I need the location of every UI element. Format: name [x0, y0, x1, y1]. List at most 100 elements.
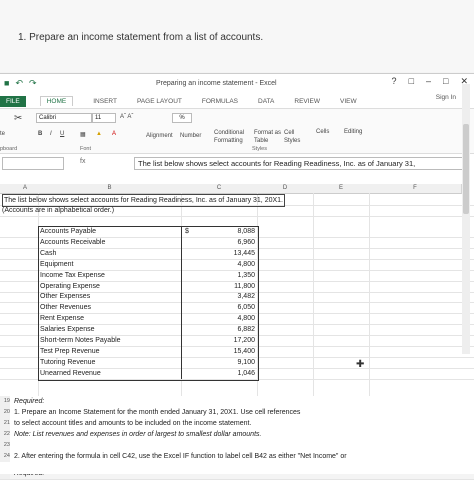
- account-name-cell[interactable]: Income Tax Expense: [40, 270, 105, 281]
- account-name-cell[interactable]: Other Revenues: [40, 302, 91, 313]
- help-button[interactable]: ?: [392, 76, 397, 87]
- requirement-1b[interactable]: to select account titles and amounts to …: [14, 418, 251, 429]
- conditional-formatting-button[interactable]: Conditional Formatting: [214, 129, 254, 145]
- tab-page-layout[interactable]: PAGE LAYOUT: [137, 98, 182, 105]
- requirement-note[interactable]: Note: List revenues and expenses in orde…: [14, 429, 261, 440]
- fx-icon[interactable]: fx: [80, 158, 85, 165]
- styles-group-label: Styles: [252, 146, 267, 152]
- tab-data[interactable]: DATA: [258, 98, 274, 105]
- column-header-e[interactable]: E: [313, 184, 370, 194]
- ribbon: ✂ te Calibri 11 Aˆ Aˇ B I U ▦ ▲ A Alignm…: [0, 108, 474, 154]
- account-amount-cell[interactable]: 3,482: [210, 291, 255, 302]
- account-amount-cell[interactable]: 1,350: [210, 270, 255, 281]
- tab-review[interactable]: REVIEW: [294, 98, 320, 105]
- fill-color-icon[interactable]: ▲: [96, 131, 102, 137]
- font-group-label: Font: [80, 146, 92, 152]
- font-size-select[interactable]: 11: [92, 113, 116, 123]
- requirements-area: 19 Required: 20 1. Prepare an Income Sta…: [0, 396, 474, 474]
- column-header-f[interactable]: F: [369, 184, 462, 194]
- undo-icon[interactable]: ↶: [15, 78, 23, 89]
- account-amount-cell[interactable]: 11,800: [210, 281, 255, 292]
- clipboard-group-label: pboard: [0, 146, 18, 152]
- column-header-b[interactable]: B: [38, 184, 182, 194]
- ribbon-display-button[interactable]: □: [409, 76, 414, 87]
- tab-insert[interactable]: INSERT: [93, 98, 117, 105]
- row-number[interactable]: 24: [0, 451, 10, 462]
- account-amount-cell[interactable]: 17,200: [210, 335, 255, 346]
- row-number[interactable]: 23: [0, 440, 10, 451]
- format-as-table-button[interactable]: Format as Table: [254, 129, 286, 145]
- mouse-cursor-icon: ✚: [356, 359, 365, 370]
- row-number[interactable]: 22: [0, 429, 10, 440]
- underline-button[interactable]: U: [60, 131, 64, 137]
- account-amount-cell[interactable]: 13,445: [210, 248, 255, 259]
- account-amount-cell[interactable]: 1,046: [210, 368, 255, 379]
- cells-button[interactable]: Cells: [316, 129, 329, 135]
- account-row: Unearned Revenue 1,046: [0, 368, 474, 380]
- account-name-cell[interactable]: Salaries Expense: [40, 324, 94, 335]
- name-box[interactable]: [2, 157, 64, 170]
- column-header-d[interactable]: D: [257, 184, 314, 194]
- row-number[interactable]: 19: [0, 396, 10, 407]
- account-name-cell[interactable]: Short-term Notes Payable: [40, 335, 121, 346]
- required-label-2[interactable]: Required:: [14, 396, 44, 407]
- account-amount-cell[interactable]: 8,088: [210, 226, 255, 237]
- account-amount-cell[interactable]: 6,960: [210, 237, 255, 248]
- account-name-cell[interactable]: Rent Expense: [40, 313, 84, 324]
- account-name-cell[interactable]: Accounts Receivable: [40, 237, 105, 248]
- italic-button[interactable]: I: [50, 131, 52, 137]
- dollar-sign-cell[interactable]: $: [185, 226, 189, 237]
- tab-view[interactable]: VIEW: [340, 98, 357, 105]
- tab-home[interactable]: HOME: [39, 96, 74, 106]
- account-amount-cell[interactable]: 4,800: [210, 259, 255, 270]
- vertical-scrollbar[interactable]: [462, 84, 470, 354]
- column-header-c[interactable]: C: [181, 184, 258, 194]
- formula-bar: fx The list below shows select accounts …: [0, 156, 474, 170]
- excel-logo-icon: ■: [4, 78, 10, 88]
- maximize-button[interactable]: □: [443, 76, 448, 87]
- cell-styles-button[interactable]: Cell Styles: [284, 129, 308, 145]
- sign-in-link[interactable]: Sign In: [436, 94, 456, 101]
- row-number[interactable]: 21: [0, 418, 10, 429]
- column-header-a[interactable]: A: [12, 184, 39, 194]
- row-number[interactable]: 20: [0, 407, 10, 418]
- intro-note-cell[interactable]: (Accounts are in alphabetical order.): [2, 205, 114, 216]
- quick-access-toolbar: ■ ↶ ↷: [4, 78, 37, 89]
- account-name-cell[interactable]: Equipment: [40, 259, 73, 270]
- account-name-cell[interactable]: Other Expenses: [40, 291, 90, 302]
- font-name-select[interactable]: Calibri: [36, 113, 92, 123]
- percent-style-button[interactable]: %: [172, 113, 192, 123]
- number-button[interactable]: Number: [180, 133, 201, 139]
- account-name-cell[interactable]: Operating Expense: [40, 281, 100, 292]
- cut-icon[interactable]: ✂: [14, 113, 22, 124]
- scrollbar-thumb[interactable]: [463, 124, 469, 214]
- account-amount-cell[interactable]: 9,100: [210, 357, 255, 368]
- textbook-page: 1. Prepare an income statement from a li…: [0, 0, 474, 72]
- borders-icon[interactable]: ▦: [80, 131, 86, 138]
- tab-file[interactable]: FILE: [0, 95, 26, 107]
- account-amount-cell[interactable]: 15,400: [210, 346, 255, 357]
- account-table-divider: [181, 226, 182, 379]
- tab-formulas[interactable]: FORMULAS: [202, 98, 238, 105]
- formula-input[interactable]: The list below shows select accounts for…: [134, 157, 469, 170]
- account-name-cell[interactable]: Accounts Payable: [40, 226, 96, 237]
- paste-button[interactable]: te: [0, 131, 5, 137]
- editing-button[interactable]: Editing: [344, 129, 362, 135]
- font-color-icon[interactable]: A: [112, 131, 116, 137]
- account-amount-cell[interactable]: 6,882: [210, 324, 255, 335]
- minimize-button[interactable]: –: [426, 76, 431, 87]
- grow-font-icon[interactable]: Aˆ Aˇ: [120, 114, 133, 120]
- bold-button[interactable]: B: [38, 131, 42, 137]
- account-name-cell[interactable]: Tutoring Revenue: [40, 357, 95, 368]
- account-amount-cell[interactable]: 6,050: [210, 302, 255, 313]
- requirement-1[interactable]: 1. Prepare an Income Statement for the m…: [14, 407, 300, 418]
- account-name-cell[interactable]: Test Prep Revenue: [40, 346, 100, 357]
- redo-icon[interactable]: ↷: [29, 78, 37, 89]
- title-bar: ■ ↶ ↷ Preparing an income statement - Ex…: [0, 74, 474, 94]
- sheet-row: 21 to select account titles and amounts …: [0, 418, 474, 429]
- account-name-cell[interactable]: Unearned Revenue: [40, 368, 101, 379]
- requirement-2[interactable]: 2. After entering the formula in cell C4…: [14, 451, 347, 462]
- account-name-cell[interactable]: Cash: [40, 248, 56, 259]
- alignment-button[interactable]: Alignment: [146, 133, 173, 139]
- account-amount-cell[interactable]: 4,800: [210, 313, 255, 324]
